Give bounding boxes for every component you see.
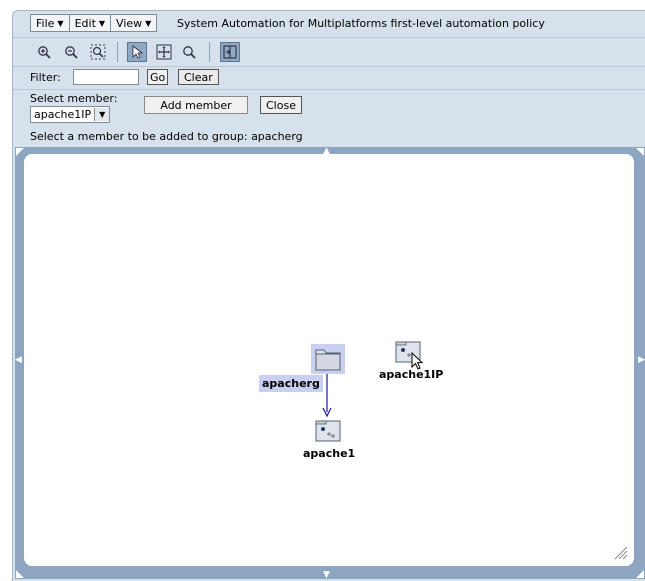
zoom-in-icon[interactable]: [34, 42, 54, 62]
group-node-label: apacherg: [259, 375, 323, 392]
chevron-down-icon: ▼: [145, 18, 152, 28]
graph-viewport: ▲ ▼ ◀ ▶ apacherg apache1 apache1IP: [15, 147, 645, 580]
automation-policy-app: File ▼ Edit ▼ View ▼ System Automation f…: [12, 10, 645, 581]
member-hint: Select a member to be added to group: ap…: [30, 130, 303, 143]
select-pointer-icon[interactable]: [127, 42, 147, 62]
find-icon[interactable]: [179, 42, 199, 62]
filter-input[interactable]: [73, 69, 139, 85]
menu-group: File ▼ Edit ▼ View ▼: [30, 14, 158, 32]
chevron-down-icon: ▼: [57, 18, 64, 28]
member-select-value: apache1IP: [34, 108, 92, 121]
pan-move-icon[interactable]: [154, 42, 174, 62]
resize-grip-icon[interactable]: [612, 544, 628, 560]
filter-bar: Filter: Go Clear: [13, 67, 645, 90]
group-node-apacherg[interactable]: [311, 344, 345, 374]
toolbar-divider: [209, 42, 210, 62]
folder-icon: [315, 349, 341, 371]
overview-icon[interactable]: [220, 42, 240, 62]
filter-label: Filter:: [30, 71, 61, 84]
add-member-button[interactable]: Add member: [144, 96, 248, 114]
clear-button[interactable]: Clear: [178, 69, 219, 85]
scroll-right-icon[interactable]: ▶: [638, 356, 645, 365]
chevron-down-icon: ▼: [98, 18, 106, 28]
menu-bar: File ▼ Edit ▼ View ▼ System Automation f…: [13, 11, 645, 38]
close-button[interactable]: Close: [260, 96, 302, 114]
scroll-top-right-icon[interactable]: [636, 148, 644, 156]
scroll-top-left-icon[interactable]: [16, 148, 24, 156]
file-menu-label: File: [36, 16, 55, 30]
scroll-left-icon[interactable]: ◀: [15, 356, 22, 365]
page-title: System Automation for Multiplatforms fir…: [177, 17, 545, 30]
edit-menu[interactable]: Edit ▼: [68, 14, 112, 32]
resource-icon: [315, 420, 341, 442]
edit-menu-label: Edit: [74, 16, 96, 30]
member-node-label: apache1: [303, 447, 356, 460]
member-node-apache1[interactable]: [314, 419, 342, 446]
scroll-bottom-left-icon[interactable]: [16, 570, 24, 578]
view-menu-label: View: [116, 16, 143, 30]
scroll-down-icon[interactable]: ▼: [323, 571, 330, 580]
mouse-cursor-icon: [411, 352, 424, 370]
zoom-fit-icon[interactable]: [88, 42, 108, 62]
graph-canvas[interactable]: apacherg apache1 apache1IP: [24, 154, 634, 566]
view-menu[interactable]: View ▼: [110, 14, 158, 32]
toolbar-divider: [117, 42, 118, 62]
scroll-bottom-right-icon[interactable]: [636, 570, 644, 578]
go-button[interactable]: Go: [147, 69, 169, 85]
toolbar: [13, 38, 645, 67]
zoom-out-icon[interactable]: [61, 42, 81, 62]
member-bar: Select member: apache1IP ▼ Add member Cl…: [13, 90, 645, 144]
chevron-down-icon[interactable]: ▼: [94, 108, 110, 121]
member-select[interactable]: apache1IP ▼: [30, 106, 111, 123]
select-member-label: Select member:: [30, 92, 118, 105]
file-menu[interactable]: File ▼: [30, 14, 70, 32]
